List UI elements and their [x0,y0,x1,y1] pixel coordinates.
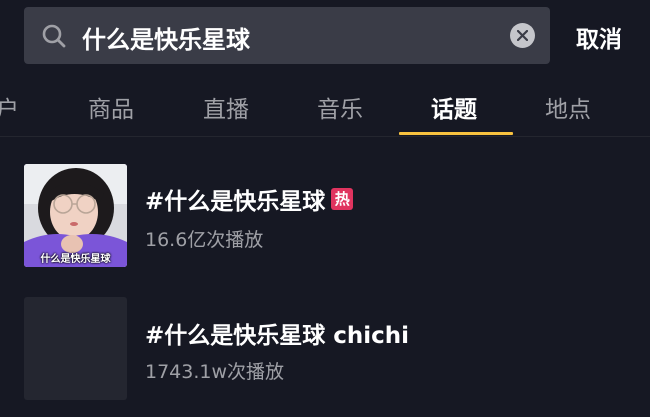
tab-topics[interactable]: 话题 [431,90,477,124]
tab-music[interactable]: 音乐 [317,90,363,124]
clear-search-button[interactable] [510,23,535,48]
tab-products[interactable]: 商品 [88,90,134,124]
hot-badge: 热 [331,188,354,210]
category-tabs: 户 商品 直播 音乐 话题 地点 [0,80,650,136]
tab-users[interactable]: 户 [0,90,19,124]
topic-thumbnail: 什么是快乐星球 [24,164,127,267]
topic-title-row: #什么是快乐星球 chichi [145,316,409,350]
search-bar[interactable]: 什么是快乐星球 [24,7,550,64]
cancel-button[interactable]: 取消 [576,20,622,54]
thumbnail-caption: 什么是快乐星球 [40,254,111,265]
active-tab-indicator [399,132,513,135]
topic-result-item[interactable]: #什么是快乐星球 chichi 1743.1w次播放 [0,292,650,402]
topic-title: #什么是快乐星球 chichi [145,323,410,349]
search-input[interactable]: 什么是快乐星球 [82,20,250,55]
play-count: 1743.1w次播放 [145,361,285,383]
topic-title: #什么是快乐星球 [145,189,326,215]
close-icon [517,30,528,41]
tab-places[interactable]: 地点 [545,90,591,124]
tab-live[interactable]: 直播 [203,90,249,124]
divider [0,136,650,137]
play-count: 16.6亿次播放 [145,229,264,251]
search-results-screen: 什么是快乐星球 取消 户 商品 直播 音乐 话题 地点 什么是快乐星球 #什么是… [0,0,650,417]
topic-result-item[interactable]: 什么是快乐星球 #什么是快乐星球 热 16.6亿次播放 [0,158,650,268]
search-icon [42,24,66,48]
topic-thumbnail-placeholder [24,297,127,400]
topic-title-row: #什么是快乐星球 热 [145,182,354,216]
